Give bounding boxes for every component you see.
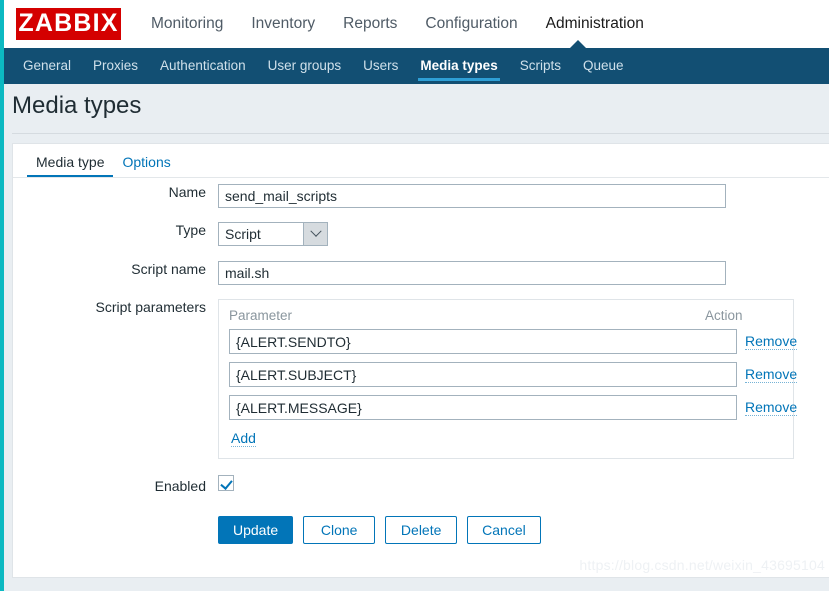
remove-link-3[interactable]: Remove: [745, 399, 798, 416]
column-header-action: Action: [705, 308, 743, 323]
tab-options[interactable]: Options: [113, 154, 179, 178]
enabled-field-wrap: [218, 475, 829, 496]
script-parameters-header-row: Parameter Action: [229, 306, 783, 329]
mainnav-item-administration[interactable]: Administration: [532, 0, 658, 48]
tab-media-type[interactable]: Media type: [27, 154, 114, 178]
subnav-item-user-groups[interactable]: User groups: [257, 48, 353, 84]
subnav-item-proxies[interactable]: Proxies: [82, 48, 149, 84]
form-row-script-parameters: Script parameters Parameter Action {ALER…: [13, 299, 829, 459]
remove-link-2[interactable]: Remove: [745, 366, 798, 383]
name-label: Name: [168, 184, 206, 200]
subnav-item-general[interactable]: General: [12, 48, 82, 84]
table-row: Remove: [229, 395, 798, 420]
name-input[interactable]: [218, 184, 726, 208]
script-parameters-label: Script parameters: [95, 299, 206, 315]
table-row: Remove: [229, 329, 798, 354]
form-row-enabled: Enabled: [13, 475, 829, 496]
script-parameters-field-wrap: Parameter Action Remove: [218, 299, 829, 459]
remove-link-1[interactable]: Remove: [745, 333, 798, 350]
tabs-bottom-border: [13, 177, 829, 178]
script-name-input[interactable]: [218, 261, 726, 285]
zabbix-logo[interactable]: ZABBIX: [16, 8, 121, 40]
enabled-label: Enabled: [154, 477, 206, 494]
form-row-name: Name: [13, 184, 829, 208]
mainnav-item-reports[interactable]: Reports: [329, 0, 411, 48]
media-type-form-panel: Media type Options Name Type Script: [12, 143, 829, 578]
left-accent-rail: [0, 0, 4, 591]
clone-button[interactable]: Clone: [303, 516, 376, 544]
sub-navigation: General Proxies Authentication User grou…: [4, 48, 829, 84]
type-label: Type: [175, 222, 206, 238]
parameter-input-2[interactable]: [229, 362, 737, 387]
action-cell: Remove: [737, 399, 798, 417]
parameter-input-3[interactable]: [229, 395, 737, 420]
type-select[interactable]: Script: [218, 222, 328, 246]
script-parameters-table: Parameter Action Remove: [218, 299, 798, 459]
form-row-buttons: Update Clone Delete Cancel: [13, 516, 829, 544]
parameter-cell: [229, 362, 737, 387]
table-row: Remove: [229, 362, 798, 387]
mainnav-item-configuration[interactable]: Configuration: [411, 0, 531, 48]
parameter-input-1[interactable]: [229, 329, 737, 354]
form-actions: Update Clone Delete Cancel: [218, 516, 829, 544]
form-row-script-name: Script name: [13, 261, 829, 285]
column-header-parameter: Parameter: [229, 308, 293, 323]
watermark-text: https://blog.csdn.net/weixin_43695104: [579, 557, 825, 573]
title-separator: [12, 133, 829, 134]
delete-button[interactable]: Delete: [385, 516, 458, 544]
name-field-wrap: [218, 184, 829, 208]
cancel-button[interactable]: Cancel: [467, 516, 541, 544]
form-row-type: Type Script: [13, 222, 829, 246]
subnav-item-users[interactable]: Users: [352, 48, 409, 84]
page-title: Media types: [12, 92, 142, 119]
app-header: ZABBIX Monitoring Inventory Reports Conf…: [4, 0, 829, 49]
type-select-value: Script: [225, 226, 261, 242]
app-root: ZABBIX Monitoring Inventory Reports Conf…: [0, 0, 829, 591]
parameter-cell: [229, 329, 737, 354]
button-row: Update Clone Delete Cancel: [218, 516, 829, 544]
media-type-form: Name Type Script S: [13, 184, 829, 544]
subnav-item-scripts[interactable]: Scripts: [509, 48, 572, 84]
chevron-down-icon: [309, 225, 322, 237]
type-select-button[interactable]: [303, 223, 327, 245]
subnav-item-queue[interactable]: Queue: [572, 48, 635, 84]
script-name-field-wrap: [218, 261, 829, 285]
type-field-wrap: Script: [218, 222, 829, 246]
mainnav-item-inventory[interactable]: Inventory: [237, 0, 329, 48]
subnav-item-authentication[interactable]: Authentication: [149, 48, 257, 84]
script-name-label: Script name: [131, 261, 206, 277]
add-parameter-link[interactable]: Add: [231, 430, 256, 447]
action-cell: Remove: [737, 333, 798, 351]
subnav-item-media-types[interactable]: Media types: [409, 48, 508, 84]
form-tabs: Media type Options: [13, 144, 180, 178]
action-cell: Remove: [737, 366, 798, 384]
enabled-checkbox[interactable]: [218, 475, 234, 491]
mainnav-item-monitoring[interactable]: Monitoring: [137, 0, 237, 48]
parameter-cell: [229, 395, 737, 420]
update-button[interactable]: Update: [218, 516, 294, 544]
